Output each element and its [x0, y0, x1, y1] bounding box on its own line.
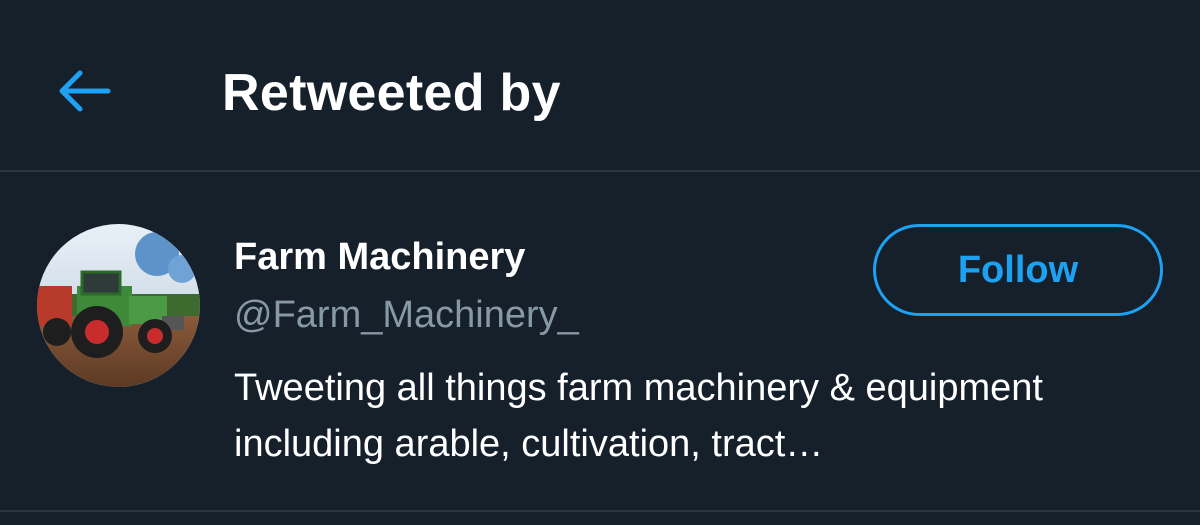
user-display-name[interactable]: Farm Machinery	[234, 234, 525, 280]
user-list-item[interactable]: Farm Machinery @Farm_Machinery_ Tweeting…	[0, 174, 1200, 512]
page-title: Retweeted by	[222, 64, 561, 122]
arrow-left-icon	[59, 70, 111, 112]
back-button[interactable]	[52, 60, 118, 122]
header-bar: Retweeted by	[0, 0, 1200, 172]
tractor-avatar-image	[37, 224, 200, 387]
user-bio: Tweeting all things farm machinery & equ…	[234, 367, 1043, 465]
follow-button-label: Follow	[957, 248, 1079, 291]
follow-button[interactable]: Follow	[873, 224, 1163, 316]
avatar[interactable]	[37, 224, 200, 387]
user-handle: @Farm_Machinery_	[234, 294, 579, 336]
retweeted-by-screen: Retweeted by Farm Machinery @Farm_Machin…	[0, 0, 1200, 525]
